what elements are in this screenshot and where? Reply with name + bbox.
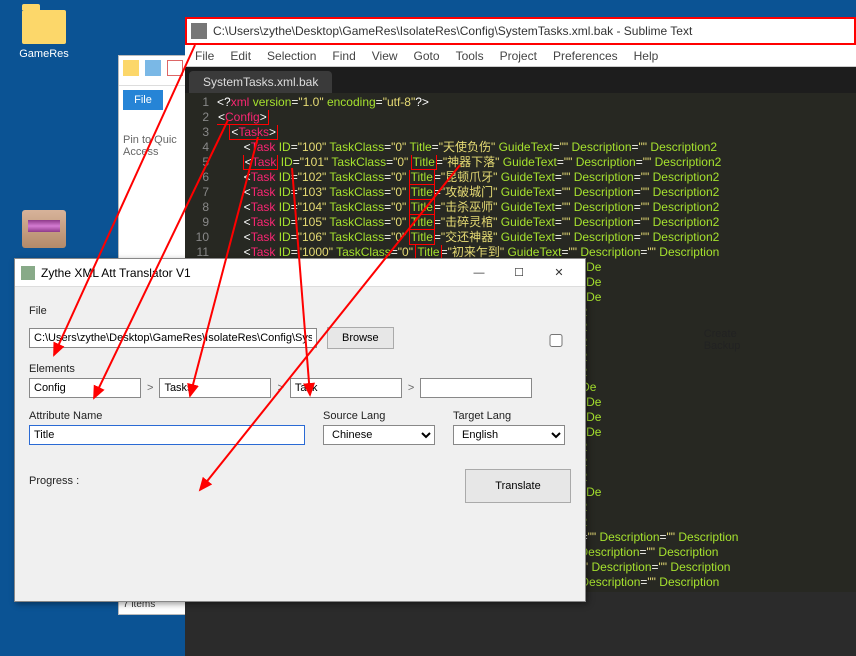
menu-preferences[interactable]: Preferences — [553, 49, 618, 63]
line-number: 6 — [185, 170, 217, 185]
line-number: 3 — [185, 125, 217, 140]
browse-button[interactable]: Browse — [327, 327, 394, 349]
qat-icon — [145, 60, 161, 76]
line-number: 1 — [185, 95, 217, 110]
file-label: File — [29, 305, 571, 317]
backup-checkbox[interactable] — [412, 334, 700, 347]
code-line[interactable]: <Task ID="101" TaskClass="0" Title="神器下落… — [217, 155, 856, 170]
menu-file[interactable]: File — [195, 49, 214, 63]
element-input-1[interactable] — [29, 378, 141, 398]
editor-tab[interactable]: SystemTasks.xml.bak — [189, 71, 332, 93]
app-icon — [21, 266, 35, 280]
code-line[interactable]: <Task ID="100" TaskClass="0" Title="天使负伤… — [217, 140, 856, 155]
separator: > — [147, 382, 153, 394]
progress-label: Progress : — [29, 475, 79, 487]
progress-bar — [29, 487, 79, 497]
attr-label: Attribute Name — [29, 410, 305, 422]
sublime-tabs: SystemTasks.xml.bak — [185, 67, 856, 93]
element-input-4[interactable] — [420, 378, 532, 398]
line-number: 9 — [185, 215, 217, 230]
menu-find[interactable]: Find — [332, 49, 355, 63]
dialog-title: Zythe XML Att Translator V1 — [41, 266, 459, 280]
menu-project[interactable]: Project — [500, 49, 537, 63]
line-number: 8 — [185, 200, 217, 215]
line-number: 7 — [185, 185, 217, 200]
close-button[interactable]: ✕ — [539, 259, 579, 287]
create-backup-checkbox[interactable]: Create Backup — [412, 328, 741, 352]
qat-icon — [167, 60, 183, 76]
folder-icon — [22, 10, 66, 44]
attribute-input[interactable] — [29, 425, 305, 445]
desktop-icon-archive[interactable] — [12, 210, 76, 252]
menu-selection[interactable]: Selection — [267, 49, 316, 63]
element-input-2[interactable] — [159, 378, 271, 398]
explorer-file-tab[interactable]: File — [123, 90, 163, 110]
source-lang-select[interactable]: Chinese — [323, 425, 435, 445]
code-line[interactable]: <Task ID="103" TaskClass="0" Title="攻破城门… — [217, 185, 856, 200]
code-line[interactable]: <Task ID="105" TaskClass="0" Title="击碎灵棺… — [217, 215, 856, 230]
line-number: 5 — [185, 155, 217, 170]
line-number: 2 — [185, 110, 217, 125]
desktop-icon-folder[interactable]: GameRes — [12, 10, 76, 60]
separator: > — [408, 382, 414, 394]
code-line[interactable]: <Task ID="106" TaskClass="0" Title="交还神器… — [217, 230, 856, 245]
code-line[interactable]: <Task ID="102" TaskClass="0" Title="昆顿爪牙… — [217, 170, 856, 185]
explorer-qat — [119, 56, 189, 86]
source-lang-label: Source Lang — [323, 410, 435, 422]
translator-dialog: Zythe XML Att Translator V1 — ☐ ✕ File B… — [14, 258, 586, 602]
separator: > — [277, 382, 283, 394]
sublime-titlebar: C:\Users\zythe\Desktop\GameRes\IsolateRe… — [185, 17, 856, 45]
app-icon — [191, 23, 207, 39]
folder-icon — [123, 60, 139, 76]
menu-tools[interactable]: Tools — [456, 49, 484, 63]
code-line[interactable]: <?xml version="1.0" encoding="utf-8"?> — [217, 95, 856, 110]
target-lang-select[interactable]: English — [453, 425, 565, 445]
element-input-3[interactable] — [290, 378, 402, 398]
sublime-menubar: File Edit Selection Find View Goto Tools Projec… — [185, 45, 856, 67]
maximize-button[interactable]: ☐ — [499, 259, 539, 287]
target-lang-label: Target Lang — [453, 410, 565, 422]
code-line[interactable]: <Tasks> — [217, 125, 856, 140]
menu-help[interactable]: Help — [634, 49, 659, 63]
code-line[interactable]: <Task ID="104" TaskClass="0" Title="击杀巫师… — [217, 200, 856, 215]
minimize-button[interactable]: — — [459, 259, 499, 287]
menu-goto[interactable]: Goto — [414, 49, 440, 63]
menu-edit[interactable]: Edit — [230, 49, 251, 63]
line-number: 10 — [185, 230, 217, 245]
menu-view[interactable]: View — [372, 49, 398, 63]
code-line[interactable]: <Config> — [217, 110, 856, 125]
archive-icon — [22, 210, 66, 248]
elements-label: Elements — [29, 363, 571, 375]
icon-label: GameRes — [12, 48, 76, 60]
file-input[interactable] — [29, 328, 317, 348]
explorer-pin-label: Pin to QuicAccess — [119, 114, 189, 178]
dialog-titlebar: Zythe XML Att Translator V1 — ☐ ✕ — [15, 259, 585, 287]
line-number: 4 — [185, 140, 217, 155]
translate-button[interactable]: Translate — [465, 469, 571, 503]
window-title: C:\Users\zythe\Desktop\GameRes\IsolateRe… — [213, 24, 692, 38]
